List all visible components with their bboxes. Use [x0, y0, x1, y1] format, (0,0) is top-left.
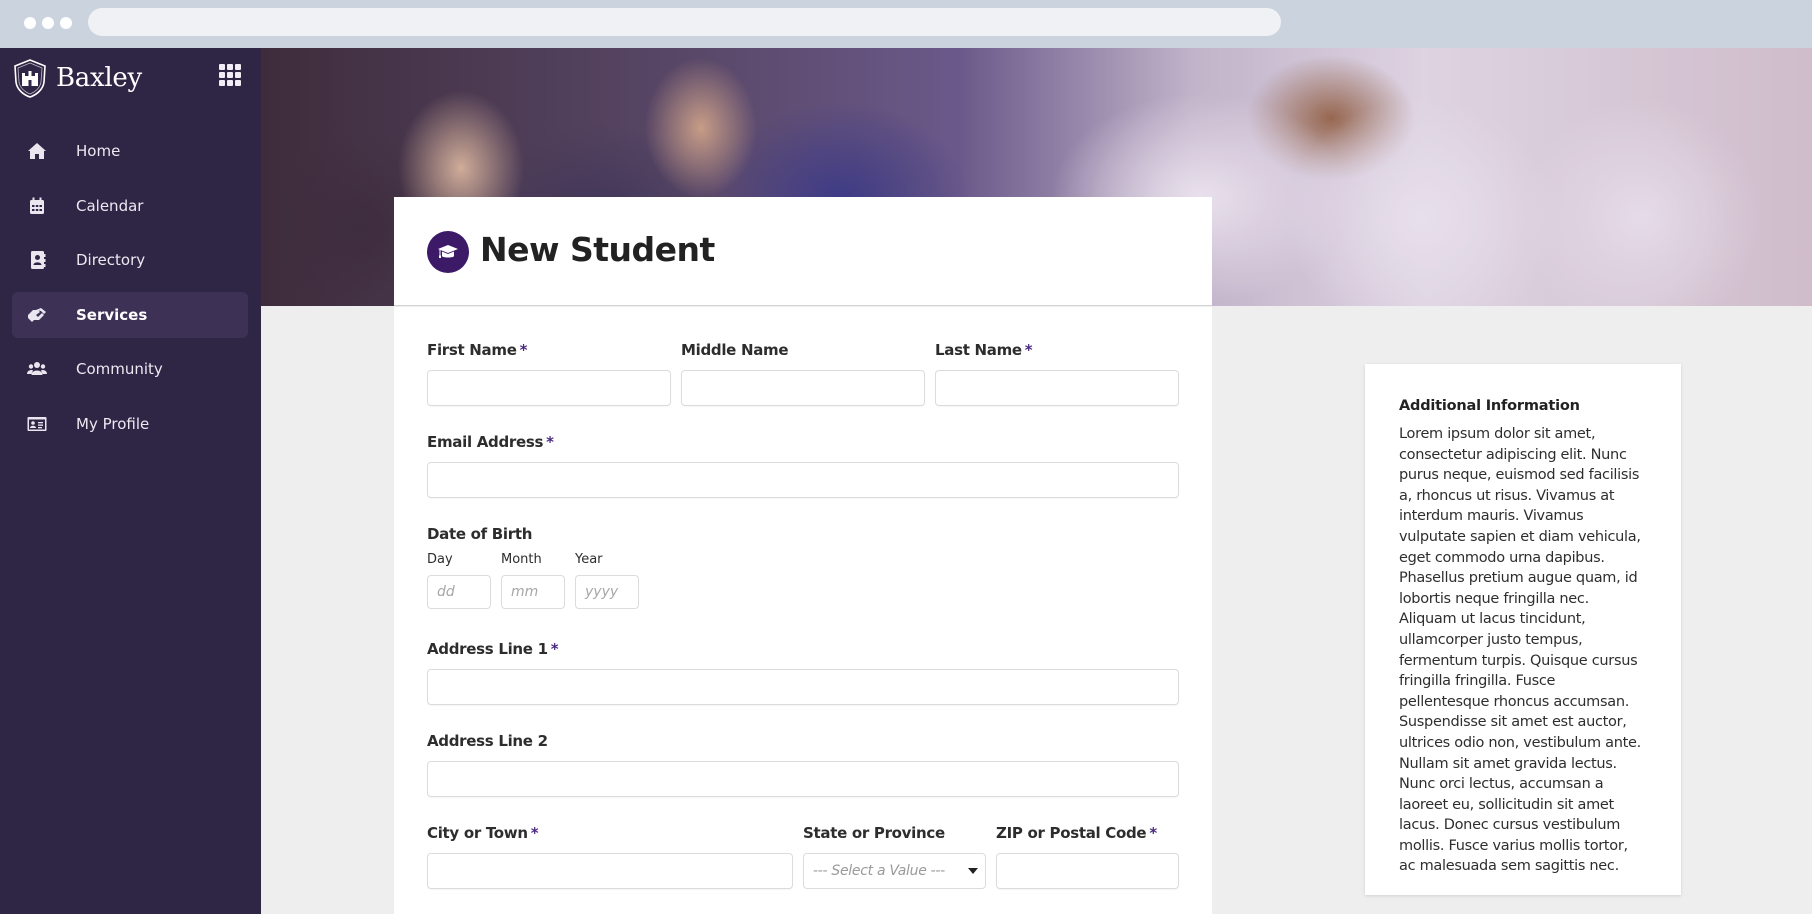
sidebar-item-label: Calendar — [76, 196, 144, 215]
zip-field: ZIP or Postal Code * — [996, 824, 1179, 889]
id-card-icon — [26, 414, 48, 434]
sidebar: Baxley Home Calendar Directory Services … — [0, 48, 261, 914]
last-name-field: Last Name * — [935, 341, 1179, 406]
sidebar-nav: Home Calendar Directory Services Communi… — [12, 128, 248, 456]
sidebar-item-label: Services — [76, 305, 148, 324]
window-controls — [24, 17, 72, 29]
additional-info-title: Additional Information — [1399, 398, 1580, 414]
dob-day: Day dd — [427, 552, 491, 609]
graduation-cap-icon — [427, 231, 469, 273]
required-marker: * — [546, 433, 554, 451]
required-marker: * — [530, 824, 539, 842]
sidebar-item-home[interactable]: Home — [12, 128, 248, 174]
dob-month: Month mm — [501, 552, 565, 609]
dob-month-input[interactable]: mm — [501, 575, 565, 609]
state-select[interactable]: --- Select a Value --- — [803, 853, 986, 889]
required-marker: * — [1149, 824, 1157, 842]
dob-year-label: Year — [575, 552, 603, 567]
field-label: Email Address * — [427, 433, 554, 451]
users-icon — [26, 359, 48, 379]
sidebar-item-directory[interactable]: Directory — [12, 237, 248, 283]
sidebar-item-my-profile[interactable]: My Profile — [12, 401, 248, 447]
required-marker: * — [519, 341, 528, 359]
sidebar-item-label: My Profile — [76, 414, 150, 433]
sidebar-item-community[interactable]: Community — [12, 346, 248, 392]
caret-down-icon — [968, 868, 978, 874]
address-book-icon — [26, 250, 48, 270]
field-label: Address Line 2 — [427, 732, 548, 750]
city-input[interactable] — [427, 853, 793, 889]
home-icon — [26, 141, 48, 161]
castle-shield-logo-icon — [14, 59, 46, 98]
field-label: First Name * — [427, 341, 528, 359]
sidebar-item-label: Directory — [76, 251, 146, 270]
sidebar-item-services[interactable]: Services — [12, 291, 248, 338]
field-label: City or Town * — [427, 824, 539, 842]
dob-month-label: Month — [501, 552, 542, 567]
field-label: State or Province — [803, 824, 945, 842]
field-label: Last Name * — [935, 341, 1033, 359]
window-dot-icon[interactable] — [60, 17, 72, 29]
dob-year: Year yyyy — [575, 552, 639, 609]
address-line-1-field: Address Line 1 * — [427, 640, 1179, 705]
address-line-1-input[interactable] — [427, 669, 1179, 705]
browser-toolbar — [0, 0, 1812, 48]
sidebar-item-label: Home — [76, 142, 121, 160]
state-field: State or Province --- Select a Value --- — [803, 824, 986, 889]
field-label: Middle Name — [681, 341, 789, 359]
middle-name-field: Middle Name — [681, 341, 925, 406]
field-label: ZIP or Postal Code * — [996, 824, 1157, 842]
address-line-2-field: Address Line 2 — [427, 732, 1179, 797]
state-select-value: --- Select a Value --- — [813, 863, 945, 879]
middle-name-input[interactable] — [681, 370, 925, 406]
date-of-birth-field: Date of Birth Day dd Month mm Year yyyy — [427, 525, 727, 609]
email-input[interactable] — [427, 462, 1179, 498]
apps-grid-icon[interactable] — [219, 64, 241, 86]
sidebar-item-label: Community — [76, 360, 163, 379]
form-header: New Student — [394, 197, 1212, 306]
new-student-form: First Name * Middle Name Last Name * Email… — [394, 307, 1212, 914]
additional-info-text: Lorem ipsum dolor sit amet, consectetur … — [1399, 426, 1641, 875]
first-name-field: First Name * — [427, 341, 671, 406]
handshake-icon — [26, 305, 48, 325]
dob-year-input[interactable]: yyyy — [575, 575, 639, 609]
zip-input[interactable] — [996, 853, 1179, 889]
field-label: Date of Birth — [427, 525, 533, 543]
address-bar[interactable] — [88, 8, 1281, 36]
calendar-icon — [26, 196, 48, 216]
dob-day-label: Day — [427, 552, 453, 567]
page-title: New Student — [480, 230, 715, 269]
last-name-input[interactable] — [935, 370, 1179, 406]
additional-info-card: Additional Information Lorem ipsum dolor… — [1365, 364, 1681, 895]
address-line-2-input[interactable] — [427, 761, 1179, 797]
dob-day-input[interactable]: dd — [427, 575, 491, 609]
first-name-input[interactable] — [427, 370, 671, 406]
city-field: City or Town * — [427, 824, 793, 889]
sidebar-item-calendar[interactable]: Calendar — [12, 183, 248, 229]
brand-name: Baxley — [56, 63, 142, 93]
brand[interactable]: Baxley — [12, 56, 142, 100]
window-dot-icon[interactable] — [24, 17, 36, 29]
field-label: Address Line 1 * — [427, 640, 559, 658]
required-marker: * — [550, 640, 559, 658]
email-field: Email Address * — [427, 433, 1179, 498]
window-dot-icon[interactable] — [42, 17, 54, 29]
required-marker: * — [1024, 341, 1033, 359]
